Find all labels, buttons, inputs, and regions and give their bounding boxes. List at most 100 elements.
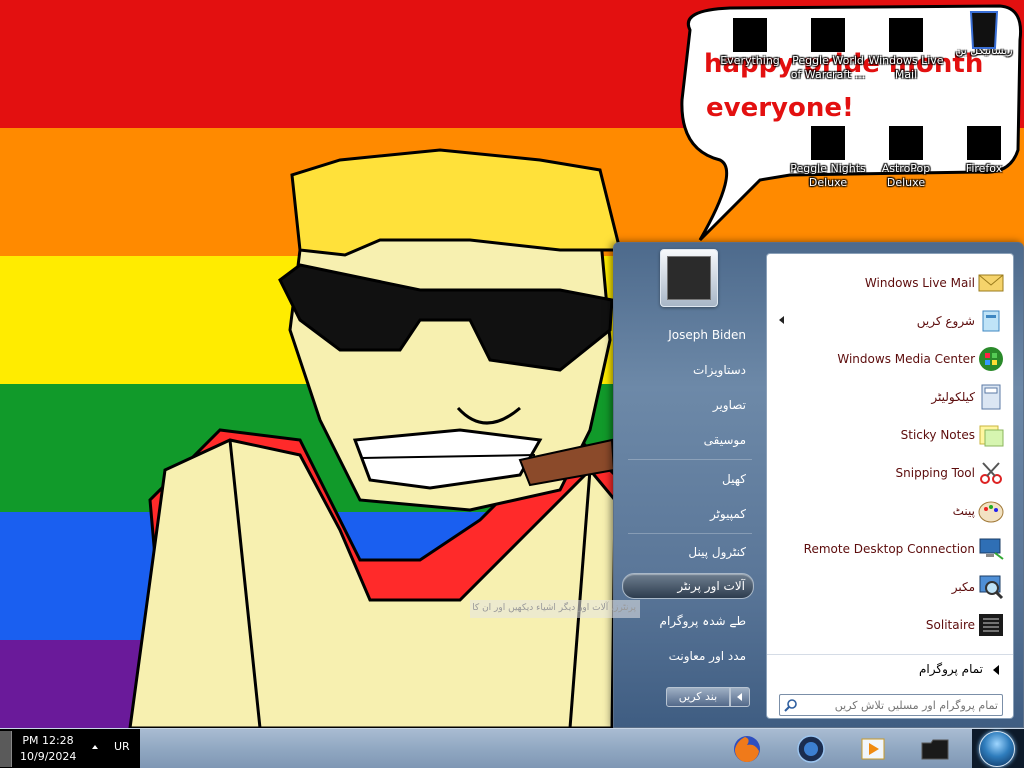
clock-time[interactable]: PM 12:28	[20, 734, 76, 747]
program-label: Remote Desktop Connection	[803, 542, 975, 556]
show-hidden-icons-icon[interactable]	[92, 745, 98, 749]
desktop-icon-label: Firefox	[965, 162, 1003, 175]
desktop-icon-peggle-wow[interactable]: Peggle World of Warcraft ...	[790, 18, 866, 82]
all-programs-button[interactable]: تمام پروگرام	[767, 654, 1013, 682]
start-menu-programs-pane: Windows Live Mail شروع کریں Windows Medi…	[766, 253, 1014, 719]
ie-icon	[797, 735, 825, 763]
place-computer[interactable]: کمپیوٹر	[622, 502, 754, 528]
desktop-icon-label: Everything	[720, 54, 780, 67]
place-label: آلات اور پرنٹر	[677, 579, 745, 593]
start-button[interactable]	[972, 729, 1024, 768]
place-label: تصاویر	[712, 398, 746, 412]
place-label: موسیقی	[703, 433, 746, 447]
desktop-icon-astropop[interactable]: AstroPop Deluxe	[868, 126, 944, 190]
place-music[interactable]: موسیقی	[622, 428, 754, 454]
firefox-icon	[734, 736, 760, 763]
places-separator	[628, 459, 752, 460]
taskbar-folder[interactable]	[908, 731, 962, 767]
shutdown-button[interactable]: بند کریں	[666, 687, 730, 707]
program-label: شروع کریں	[916, 314, 975, 328]
taskbar-firefox[interactable]	[720, 731, 774, 767]
media-player-icon	[861, 738, 885, 760]
place-user[interactable]: Joseph Biden	[622, 323, 754, 349]
folder-icon	[921, 739, 949, 760]
everything-icon	[733, 18, 767, 52]
program-paint[interactable]: پینٹ	[767, 492, 1013, 530]
peggle-wow-icon	[811, 18, 845, 52]
program-sticky-notes[interactable]: Sticky Notes	[767, 416, 1013, 454]
place-label: مدد اور معاونت	[668, 649, 746, 663]
astropop-icon	[889, 126, 923, 160]
desktop-icon-label: Peggle Nights Deluxe	[790, 162, 866, 189]
program-label: کیلکولیٹر	[931, 390, 975, 404]
desktop-icon-recycle-bin[interactable]: ریسائیکل بن	[946, 8, 1022, 58]
solitaire-icon	[979, 614, 1003, 636]
program-label: Solitaire	[925, 618, 975, 632]
desktop-icon-label: AstroPop Deluxe	[881, 162, 931, 189]
getting-started-icon	[982, 310, 1000, 332]
taskbar-media-player[interactable]	[846, 731, 900, 767]
chevron-left-icon	[737, 693, 742, 701]
program-windows-media-center[interactable]: Windows Media Center	[767, 340, 1013, 378]
sticky-notes-icon	[979, 425, 1004, 447]
show-desktop-button[interactable]	[0, 731, 12, 767]
tooltip: پرنٹرز، آلات اور ديگر اشیاء دیکھیں اور ا…	[470, 600, 640, 618]
taskbar: PM 12:28 10/9/2024 UR	[0, 728, 1024, 768]
peggle-nights-icon	[811, 126, 845, 160]
program-label: Snipping Tool	[895, 466, 975, 480]
calculator-icon	[981, 384, 1001, 410]
windows-logo-icon	[979, 731, 1015, 767]
mail-icon	[978, 274, 1004, 292]
desktop-icon-label: Peggle World of Warcraft ...	[790, 54, 866, 81]
language-indicator[interactable]: UR	[114, 740, 130, 753]
place-devices-and-printers[interactable]: آلات اور پرنٹر	[622, 573, 754, 599]
user-picture[interactable]	[660, 249, 718, 307]
program-remote-desktop-connection[interactable]: Remote Desktop Connection	[767, 530, 1013, 568]
program-magnifier[interactable]: مکبر	[767, 568, 1013, 606]
place-default-programs[interactable]: طے شدہ پروگرام	[622, 609, 754, 635]
place-documents[interactable]: دستاویزات	[622, 358, 754, 384]
search-input[interactable]	[802, 697, 998, 713]
program-snipping-tool[interactable]: Snipping Tool	[767, 454, 1013, 492]
place-label: طے شدہ پروگرام	[659, 614, 746, 628]
desktop-icon-firefox[interactable]: Firefox	[946, 126, 1022, 176]
notification-area: PM 12:28 10/9/2024 UR	[0, 729, 140, 768]
recycle-bin-icon	[967, 8, 1001, 49]
place-pictures[interactable]: تصاویر	[622, 393, 754, 419]
program-label: Windows Media Center	[837, 352, 975, 366]
taskbar-internet-explorer[interactable]	[784, 731, 838, 767]
program-solitaire[interactable]: Solitaire	[767, 606, 1013, 644]
submenu-arrow-icon	[779, 316, 784, 324]
place-label: کنٹرول پینل	[688, 545, 746, 559]
program-label: Sticky Notes	[900, 428, 975, 442]
program-label: پینٹ	[952, 504, 975, 518]
place-games[interactable]: کھیل	[622, 467, 754, 493]
program-label: مکبر	[951, 580, 975, 594]
program-getting-started[interactable]: شروع کریں	[767, 302, 1013, 340]
search-icon	[784, 699, 797, 712]
desktop-icon-label: Windows Live Mail	[868, 54, 944, 81]
program-windows-live-mail[interactable]: Windows Live Mail	[767, 264, 1013, 302]
desktop-icon-windows-live-mail[interactable]: Windows Live Mail	[868, 18, 944, 82]
paint-icon	[978, 501, 1004, 523]
place-label: Joseph Biden	[668, 328, 746, 342]
start-search-box[interactable]	[779, 694, 1003, 716]
bubble-text-line2: everyone!	[706, 93, 854, 123]
clock-date[interactable]: 10/9/2024	[20, 750, 76, 763]
firefox-icon	[967, 126, 1001, 160]
start-menu-places-pane: Joseph Biden دستاویزات تصاویر موسیقی کھی…	[614, 243, 766, 729]
places-separator	[628, 533, 752, 534]
snipping-tool-icon	[980, 462, 1002, 484]
magnifier-icon	[979, 575, 1004, 600]
place-help-and-support[interactable]: مدد اور معاونت	[622, 644, 754, 670]
place-control-panel[interactable]: کنٹرول پینل	[622, 540, 754, 566]
windows-live-mail-icon	[889, 18, 923, 52]
desktop-icon-everything[interactable]: Everything	[712, 18, 788, 68]
chevron-left-icon	[993, 665, 999, 675]
shutdown-options-button[interactable]	[730, 687, 750, 707]
desktop-icon-peggle-nights[interactable]: Peggle Nights Deluxe	[790, 126, 866, 190]
place-label: کمپیوٹر	[709, 507, 746, 521]
program-calculator[interactable]: کیلکولیٹر	[767, 378, 1013, 416]
place-label: دستاویزات	[692, 363, 746, 377]
place-label: کھیل	[722, 472, 746, 486]
